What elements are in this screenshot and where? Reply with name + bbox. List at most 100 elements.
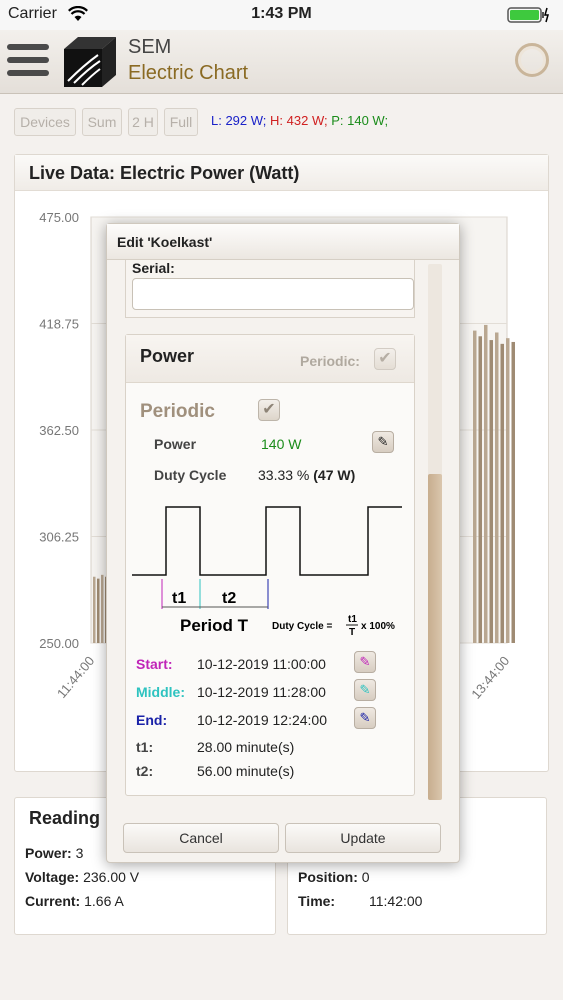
dialog-title: Edit 'Koelkast' xyxy=(107,224,459,260)
power-readout: L: 292 W; H: 432 W; P: 140 W; xyxy=(211,113,388,128)
reading-power-label: Power: xyxy=(25,845,72,861)
high-readout: H: 432 W; xyxy=(270,113,328,128)
dialog-scroll-area[interactable]: Serial: Power Periodic: ✔ Periodic ✔ Pow… xyxy=(123,260,415,800)
formula-numerator: t1 xyxy=(348,614,357,625)
reading-voltage-value: 236.00 V xyxy=(83,869,140,885)
reading-current-label: Current: xyxy=(25,893,81,909)
checkmark-icon: ✔ xyxy=(378,350,392,367)
bar xyxy=(506,338,510,643)
bar xyxy=(511,341,515,643)
edit-device-dialog: Edit 'Koelkast' Serial: Power Periodic: … xyxy=(106,223,460,863)
middle-label: Middle: xyxy=(136,684,185,700)
pencil-icon: ✎ xyxy=(359,654,371,669)
reading-position-label: Position: xyxy=(298,869,358,885)
power-readout-value: P: 140 W; xyxy=(331,113,389,128)
dialog-scrollbar-thumb[interactable] xyxy=(428,474,442,800)
bar xyxy=(101,574,104,643)
app-name: SEM xyxy=(128,36,172,58)
serial-section: Serial: xyxy=(125,260,415,318)
edit-power-button[interactable]: ✎ xyxy=(372,431,394,453)
period-label: Period T xyxy=(180,616,249,635)
bar xyxy=(93,576,96,643)
duty-cycle-value: 33.33 % (47 W) xyxy=(258,467,355,483)
chart-title: Live Data: Electric Power (Watt) xyxy=(15,155,548,191)
power-section-title: Power xyxy=(140,346,195,366)
y-tick-label: 475.00 xyxy=(39,210,79,225)
page-title: Electric Chart xyxy=(128,62,249,84)
reading-time: Time: 11:42:00 xyxy=(298,893,422,909)
bar xyxy=(484,324,488,643)
pencil-icon: ✎ xyxy=(359,710,371,725)
t1-field-label: t1: xyxy=(136,739,154,755)
checkmark-icon: ✔ xyxy=(262,401,276,418)
edit-end-button[interactable]: ✎ xyxy=(354,707,376,729)
app-header: SEM Electric Chart xyxy=(0,30,563,94)
start-label: Start: xyxy=(136,656,173,672)
reading-voltage: Voltage: 236.00 V xyxy=(25,869,139,885)
t2-label: t2 xyxy=(222,590,236,607)
periodic-checkbox[interactable]: ✔ xyxy=(258,399,280,421)
pencil-icon: ✎ xyxy=(377,434,389,449)
devices-button[interactable]: Devices xyxy=(14,108,76,136)
app-logo-icon xyxy=(62,35,118,89)
reading-current: Current: 1.66 A xyxy=(25,893,124,909)
low-readout: L: 292 W; xyxy=(211,113,267,128)
square-wave xyxy=(132,506,402,576)
reading-current-value: 1.66 A xyxy=(84,893,124,909)
t1-label: t1 xyxy=(172,590,186,607)
two-hour-button[interactable]: 2 H xyxy=(128,108,158,136)
y-tick-label: 250.00 xyxy=(39,636,79,651)
edit-middle-button[interactable]: ✎ xyxy=(354,679,376,701)
formula-right: x 100% xyxy=(361,621,395,632)
duty-cycle-diagram: t1 t2 Period T Duty Cycle = t1 T x 100% xyxy=(132,506,402,638)
t2-field-value: 56.00 minute(s) xyxy=(197,763,295,779)
reading-time-label: Time: xyxy=(298,893,336,909)
status-bar: Carrier 1:43 PM xyxy=(0,0,563,30)
dialog-scrollbar[interactable] xyxy=(428,264,442,800)
power-label: Power xyxy=(154,436,197,452)
clock: 1:43 PM xyxy=(251,5,312,22)
power-section-header: Power Periodic: ✔ xyxy=(126,335,414,383)
reading-position-value: 0 xyxy=(361,869,370,885)
end-label: End: xyxy=(136,712,168,728)
battery-icon xyxy=(507,6,551,29)
reading-time-value: 11:42:00 xyxy=(368,893,423,909)
reading-power-value: 3 xyxy=(75,845,84,861)
full-button[interactable]: Full xyxy=(164,108,198,136)
x-tick-label: 11:44:00 xyxy=(54,653,97,701)
periodic-label: Periodic: xyxy=(300,353,360,369)
formula-denominator: T xyxy=(349,627,355,638)
bar xyxy=(97,578,100,643)
duty-cycle-watt: (47 W) xyxy=(313,467,356,483)
update-button[interactable]: Update xyxy=(285,823,441,853)
edit-start-button[interactable]: ✎ xyxy=(354,651,376,673)
duty-cycle-label: Duty Cycle xyxy=(154,467,227,483)
formula-left: Duty Cycle = xyxy=(272,621,332,632)
end-value: 10-12-2019 12:24:00 xyxy=(197,712,327,728)
y-tick-label: 418.75 xyxy=(39,317,79,332)
dialog-footer: Cancel Update xyxy=(107,814,459,862)
bar xyxy=(500,343,504,643)
cancel-button[interactable]: Cancel xyxy=(123,823,279,853)
pencil-icon: ✎ xyxy=(359,682,371,697)
bar xyxy=(495,332,499,643)
periodic-heading: Periodic xyxy=(140,401,215,422)
y-tick-label: 362.50 xyxy=(39,423,79,438)
start-value: 10-12-2019 11:00:00 xyxy=(197,656,326,672)
reading-title: Reading xyxy=(29,808,101,828)
t1-field-value: 28.00 minute(s) xyxy=(197,739,295,755)
bar xyxy=(489,340,493,643)
duty-cycle-percent: 33.33 % xyxy=(258,467,310,483)
x-tick-label: 13:44:00 xyxy=(468,653,512,701)
serial-input[interactable] xyxy=(132,278,414,310)
power-value: 140 W xyxy=(261,436,302,452)
sum-button[interactable]: Sum xyxy=(82,108,122,136)
reading-voltage-label: Voltage: xyxy=(25,869,80,885)
y-tick-label: 306.25 xyxy=(39,530,79,545)
middle-value: 10-12-2019 11:28:00 xyxy=(197,684,326,700)
t2-field-label: t2: xyxy=(136,763,154,779)
power-section: Power Periodic: ✔ Periodic ✔ Power 140 W… xyxy=(125,334,415,796)
hamburger-menu-icon[interactable] xyxy=(7,44,49,80)
periodic-checkbox-header[interactable]: ✔ xyxy=(374,348,396,370)
serial-label: Serial: xyxy=(132,260,175,276)
